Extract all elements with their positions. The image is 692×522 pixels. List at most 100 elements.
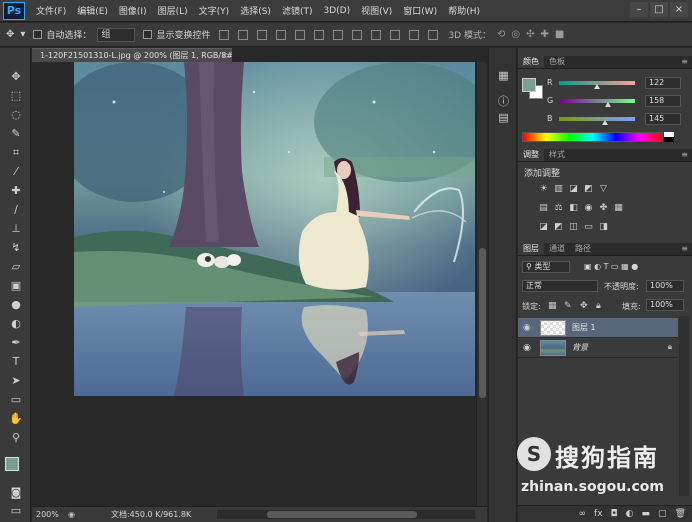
menu-edit[interactable]: 编辑(E) xyxy=(77,4,108,17)
tab-styles[interactable]: 样式 xyxy=(544,149,570,161)
maximize-button[interactable]: □ xyxy=(650,2,668,17)
type-tool-icon[interactable]: T xyxy=(7,353,25,370)
3d-pan-icon[interactable]: ✣ xyxy=(526,29,534,40)
align-left-icon[interactable] xyxy=(276,29,287,40)
green-slider-knob[interactable] xyxy=(605,102,611,107)
document-info[interactable]: 文档:450.0 K/961.8K xyxy=(111,509,191,520)
distribute-top-icon[interactable] xyxy=(333,29,344,40)
color-spectrum[interactable] xyxy=(522,132,663,142)
show-transform-checkbox[interactable] xyxy=(143,30,153,39)
horizontal-scrollbar-thumb[interactable] xyxy=(267,511,417,518)
vertical-scrollbar-thumb[interactable] xyxy=(479,248,486,398)
visibility-eye-icon[interactable]: ◉ xyxy=(523,343,531,353)
screen-mode-icon[interactable]: ▭ xyxy=(7,502,25,519)
align-right-icon[interactable] xyxy=(314,29,325,40)
panel-menu-icon[interactable]: ≡ xyxy=(681,57,688,66)
black-white-ramp[interactable] xyxy=(664,132,674,142)
gradient-map-icon[interactable]: ▭ xyxy=(583,222,594,232)
vibrance-icon[interactable]: ▽ xyxy=(598,184,609,194)
3d-slide-icon[interactable]: ✚ xyxy=(541,29,549,40)
crop-tool-icon[interactable]: ⌗ xyxy=(7,144,25,161)
color-panel-swatches[interactable] xyxy=(522,78,544,100)
color-balance-icon[interactable]: ⚖ xyxy=(553,203,564,213)
lock-all-icon[interactable]: 🔒︎ xyxy=(596,301,601,311)
menu-layer[interactable]: 图层(L) xyxy=(158,4,188,17)
vertical-scrollbar[interactable] xyxy=(476,62,487,506)
lasso-tool-icon[interactable]: ◌ xyxy=(7,106,25,123)
green-value-field[interactable]: 158 xyxy=(645,95,681,107)
menu-filter[interactable]: 滤镜(T) xyxy=(282,4,313,17)
delete-layer-icon[interactable]: 🗑︎ xyxy=(675,509,686,519)
properties-panel-icon[interactable]: ▤ xyxy=(495,110,512,126)
distribute-bottom-icon[interactable] xyxy=(371,29,382,40)
canvas-area[interactable] xyxy=(32,62,476,506)
tab-channels[interactable]: 通道 xyxy=(544,243,570,255)
selective-color-icon[interactable]: ◨ xyxy=(598,222,609,232)
path-selection-tool-icon[interactable]: ➤ xyxy=(7,372,25,389)
align-vcenter-icon[interactable] xyxy=(238,29,249,40)
menu-help[interactable]: 帮助(H) xyxy=(448,4,480,17)
auto-select-dropdown[interactable]: 组 xyxy=(97,27,136,42)
history-brush-tool-icon[interactable]: ↯ xyxy=(7,239,25,256)
curves-icon[interactable]: ◪ xyxy=(568,184,579,194)
hand-tool-icon[interactable]: ✋ xyxy=(7,410,25,427)
fill-field[interactable]: 100% xyxy=(646,299,684,311)
blend-mode-dropdown[interactable]: 正常 xyxy=(522,280,598,292)
blur-tool-icon[interactable]: ● xyxy=(7,296,25,313)
eraser-tool-icon[interactable]: ▱ xyxy=(7,258,25,275)
move-tool-icon[interactable]: ✥ xyxy=(6,29,14,40)
foreground-color-swatch[interactable] xyxy=(5,457,19,471)
menu-type[interactable]: 文字(Y) xyxy=(199,4,230,17)
red-channel-slider[interactable]: R 122 xyxy=(544,77,688,90)
close-document-icon[interactable]: × xyxy=(221,49,228,62)
history-panel-icon[interactable]: ▦ xyxy=(495,68,512,84)
distribute-vcenter-icon[interactable] xyxy=(352,29,363,40)
layer-filter-icons[interactable]: ▣ ◐ T ▭ ▦ ● xyxy=(584,262,638,271)
distribute-right-icon[interactable] xyxy=(428,29,439,40)
3d-rotate-icon[interactable]: ⟲ xyxy=(497,29,505,40)
new-adjustment-icon[interactable]: ◐ xyxy=(626,509,634,519)
menu-select[interactable]: 选择(S) xyxy=(240,4,271,17)
add-mask-icon[interactable]: ◘ xyxy=(611,509,618,519)
tab-layers[interactable]: 图层 xyxy=(518,243,544,255)
exposure-icon[interactable]: ◩ xyxy=(583,184,594,194)
document-tab[interactable]: 1-120F21501310-L.jpg @ 200% (图层 1, RGB/8… xyxy=(32,48,232,62)
threshold-icon[interactable]: ◫ xyxy=(568,222,579,232)
red-slider-knob[interactable] xyxy=(594,84,600,89)
distribute-hcenter-icon[interactable] xyxy=(409,29,420,40)
lock-position-icon[interactable]: ✥ xyxy=(580,301,588,311)
zoom-level[interactable]: 200% xyxy=(36,510,68,519)
layer-name[interactable]: 背景 xyxy=(572,342,588,353)
layer-name[interactable]: 图层 1 xyxy=(572,322,596,333)
layer-filter-kind[interactable]: ⚲ 类型 xyxy=(522,261,570,273)
close-button[interactable]: × xyxy=(670,2,688,17)
opacity-field[interactable]: 100% xyxy=(646,280,684,292)
tool-preset-chevron-down-icon[interactable]: ▾ xyxy=(20,29,25,40)
hue-saturation-icon[interactable]: ▤ xyxy=(538,203,549,213)
marquee-tool-icon[interactable]: ⬚ xyxy=(7,87,25,104)
clone-stamp-tool-icon[interactable]: ⊥ xyxy=(7,220,25,237)
3d-roll-icon[interactable]: ◎ xyxy=(511,29,520,40)
pen-tool-icon[interactable]: ✒ xyxy=(7,334,25,351)
menu-image[interactable]: 图像(I) xyxy=(119,4,147,17)
shape-tool-icon[interactable]: ▭ xyxy=(7,391,25,408)
link-layers-icon[interactable]: ∞ xyxy=(579,509,587,519)
brush-tool-icon[interactable]: ∕ xyxy=(7,201,25,218)
3d-scale-icon[interactable]: ■ xyxy=(555,29,564,40)
eyedropper-tool-icon[interactable]: ⁄ xyxy=(7,163,25,180)
menu-view[interactable]: 视图(V) xyxy=(361,4,392,17)
healing-brush-tool-icon[interactable]: ✚ xyxy=(7,182,25,199)
levels-icon[interactable]: ▥ xyxy=(553,184,564,194)
menu-3d[interactable]: 3D(D) xyxy=(323,6,350,16)
foreground-background-colors[interactable] xyxy=(5,457,27,479)
red-value-field[interactable]: 122 xyxy=(645,77,681,89)
tab-swatches[interactable]: 色板 xyxy=(544,56,570,68)
auto-select-checkbox[interactable] xyxy=(33,30,43,39)
photo-filter-icon[interactable]: ◉ xyxy=(583,203,594,213)
posterize-icon[interactable]: ◩ xyxy=(553,222,564,232)
blue-value-field[interactable]: 145 xyxy=(645,113,681,125)
blue-slider-knob[interactable] xyxy=(602,120,608,125)
menu-window[interactable]: 窗口(W) xyxy=(403,4,437,17)
new-group-icon[interactable]: ▬ xyxy=(642,509,651,519)
align-hcenter-icon[interactable] xyxy=(295,29,306,40)
